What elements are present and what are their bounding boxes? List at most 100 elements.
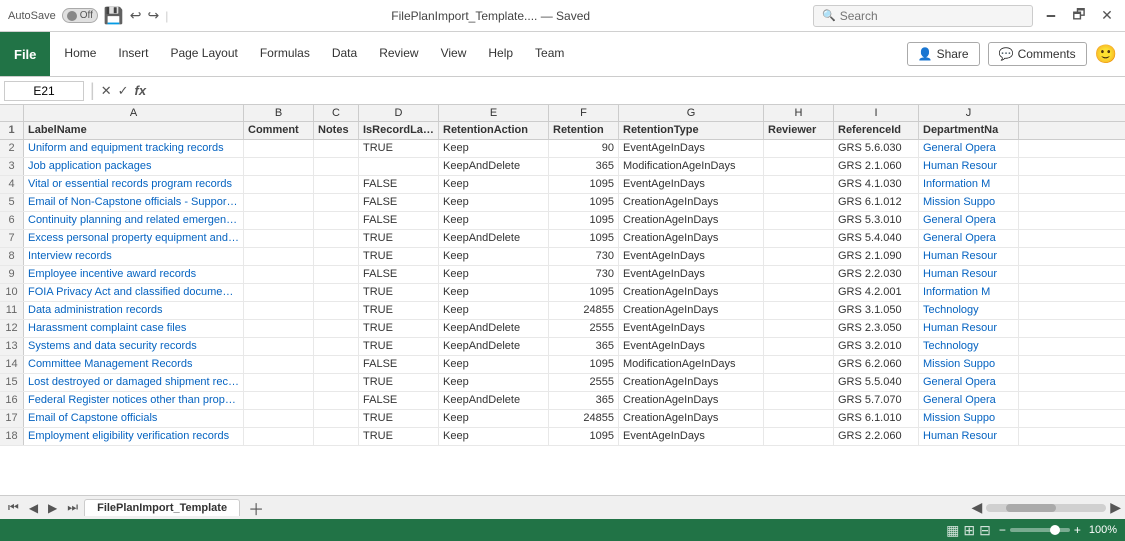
cell-dept[interactable]: Technology: [919, 302, 1019, 319]
cell-retention-type[interactable]: ModificationAgeInDays: [619, 356, 764, 373]
zoom-slider[interactable]: − +: [999, 523, 1081, 537]
cell-dept[interactable]: Human Resour: [919, 158, 1019, 175]
cell-retention-action[interactable]: Keep: [439, 374, 549, 391]
zoom-thumb[interactable]: [1050, 525, 1060, 535]
cell-comment[interactable]: [244, 158, 314, 175]
tab-data[interactable]: Data: [322, 32, 367, 76]
cell-comment[interactable]: [244, 230, 314, 247]
cell-retention[interactable]: 730: [549, 266, 619, 283]
cell-isrecord[interactable]: TRUE: [359, 230, 439, 247]
normal-view-button[interactable]: ▦: [946, 522, 959, 539]
cell-isrecord[interactable]: TRUE: [359, 320, 439, 337]
cell-labelname[interactable]: Continuity planning and related emergenc…: [24, 212, 244, 229]
cell-comment[interactable]: [244, 338, 314, 355]
cell-notes[interactable]: [314, 230, 359, 247]
header-reference-id[interactable]: ReferenceId: [834, 122, 919, 139]
cell-labelname[interactable]: Email of Capstone officials: [24, 410, 244, 427]
cell-isrecord[interactable]: FALSE: [359, 266, 439, 283]
cell-retention-action[interactable]: Keep: [439, 194, 549, 211]
cell-notes[interactable]: [314, 392, 359, 409]
cell-retention[interactable]: 24855: [549, 410, 619, 427]
cell-comment[interactable]: [244, 284, 314, 301]
cell-retention-action[interactable]: KeepAndDelete: [439, 230, 549, 247]
tab-page-layout[interactable]: Page Layout: [160, 32, 247, 76]
cell-retention-type[interactable]: CreationAgeInDays: [619, 284, 764, 301]
cell-retention-type[interactable]: EventAgeInDays: [619, 428, 764, 445]
cell-reviewer[interactable]: [764, 140, 834, 157]
scroll-thumb[interactable]: [1006, 504, 1056, 512]
cell-reviewer[interactable]: [764, 248, 834, 265]
cell-labelname[interactable]: Harassment complaint case files: [24, 320, 244, 337]
cell-comment[interactable]: [244, 140, 314, 157]
cell-dept[interactable]: General Opera: [919, 374, 1019, 391]
col-header-j[interactable]: J: [919, 105, 1019, 121]
cell-reviewer[interactable]: [764, 374, 834, 391]
header-notes[interactable]: Notes: [314, 122, 359, 139]
cell-notes[interactable]: [314, 410, 359, 427]
cell-retention-type[interactable]: EventAgeInDays: [619, 176, 764, 193]
cell-reviewer[interactable]: [764, 266, 834, 283]
cell-retention[interactable]: 365: [549, 392, 619, 409]
cell-reference-id[interactable]: GRS 5.5.040: [834, 374, 919, 391]
cell-labelname[interactable]: Vital or essential records program recor…: [24, 176, 244, 193]
cell-dept[interactable]: General Opera: [919, 392, 1019, 409]
tab-insert[interactable]: Insert: [108, 32, 158, 76]
cell-retention[interactable]: 365: [549, 158, 619, 175]
col-header-a[interactable]: A: [24, 105, 244, 121]
zoom-track[interactable]: [1010, 528, 1070, 532]
cell-reviewer[interactable]: [764, 212, 834, 229]
header-retention-action[interactable]: RetentionAction: [439, 122, 549, 139]
cell-comment[interactable]: [244, 392, 314, 409]
cell-retention-type[interactable]: CreationAgeInDays: [619, 194, 764, 211]
tab-view[interactable]: View: [431, 32, 477, 76]
cell-isrecord[interactable]: [359, 158, 439, 175]
cell-notes[interactable]: [314, 176, 359, 193]
cell-retention-action[interactable]: Keep: [439, 302, 549, 319]
tab-home[interactable]: Home: [54, 32, 106, 76]
cell-isrecord[interactable]: TRUE: [359, 374, 439, 391]
add-sheet-button[interactable]: ＋: [242, 496, 270, 520]
minimize-button[interactable]: 🗕: [1041, 4, 1061, 28]
cell-retention-action[interactable]: Keep: [439, 428, 549, 445]
cell-notes[interactable]: [314, 284, 359, 301]
col-header-i[interactable]: I: [834, 105, 919, 121]
cell-retention[interactable]: 1095: [549, 194, 619, 211]
cell-reviewer[interactable]: [764, 338, 834, 355]
cell-labelname[interactable]: FOIA Privacy Act and classified document…: [24, 284, 244, 301]
cell-reference-id[interactable]: GRS 2.1.060: [834, 158, 919, 175]
col-header-g[interactable]: G: [619, 105, 764, 121]
cell-retention-type[interactable]: ModificationAgeInDays: [619, 158, 764, 175]
cell-labelname[interactable]: Uniform and equipment tracking records: [24, 140, 244, 157]
cell-retention-type[interactable]: CreationAgeInDays: [619, 230, 764, 247]
fx-icon[interactable]: fx: [135, 83, 147, 98]
cell-notes[interactable]: [314, 266, 359, 283]
header-dept[interactable]: DepartmentNa: [919, 122, 1019, 139]
cell-retention-action[interactable]: Keep: [439, 266, 549, 283]
cell-reference-id[interactable]: GRS 6.2.060: [834, 356, 919, 373]
cell-labelname[interactable]: Job application packages: [24, 158, 244, 175]
emoji-icon[interactable]: 🙂: [1095, 44, 1117, 65]
cell-reference-id[interactable]: GRS 5.4.040: [834, 230, 919, 247]
comments-button[interactable]: 💬 Comments: [988, 42, 1087, 66]
cell-labelname[interactable]: Committee Management Records: [24, 356, 244, 373]
cell-isrecord[interactable]: TRUE: [359, 302, 439, 319]
cell-reference-id[interactable]: GRS 3.2.010: [834, 338, 919, 355]
cell-dept[interactable]: Information M: [919, 284, 1019, 301]
cell-dept[interactable]: Human Resour: [919, 248, 1019, 265]
zoom-out-icon[interactable]: −: [999, 523, 1006, 537]
cell-retention-action[interactable]: Keep: [439, 212, 549, 229]
cell-notes[interactable]: [314, 212, 359, 229]
cell-labelname[interactable]: Systems and data security records: [24, 338, 244, 355]
cell-comment[interactable]: [244, 302, 314, 319]
cell-isrecord[interactable]: TRUE: [359, 428, 439, 445]
sheet-nav-prev[interactable]: ◀: [25, 501, 42, 515]
cell-reviewer[interactable]: [764, 158, 834, 175]
cell-notes[interactable]: [314, 374, 359, 391]
sheet-nav-first[interactable]: ⏮: [4, 500, 23, 515]
cell-reference-id[interactable]: GRS 5.7.070: [834, 392, 919, 409]
cell-reviewer[interactable]: [764, 356, 834, 373]
cell-retention-type[interactable]: EventAgeInDays: [619, 266, 764, 283]
cell-retention[interactable]: 1095: [549, 230, 619, 247]
sheet-tab-main[interactable]: FilePlanImport_Template: [84, 499, 240, 516]
col-header-b[interactable]: B: [244, 105, 314, 121]
